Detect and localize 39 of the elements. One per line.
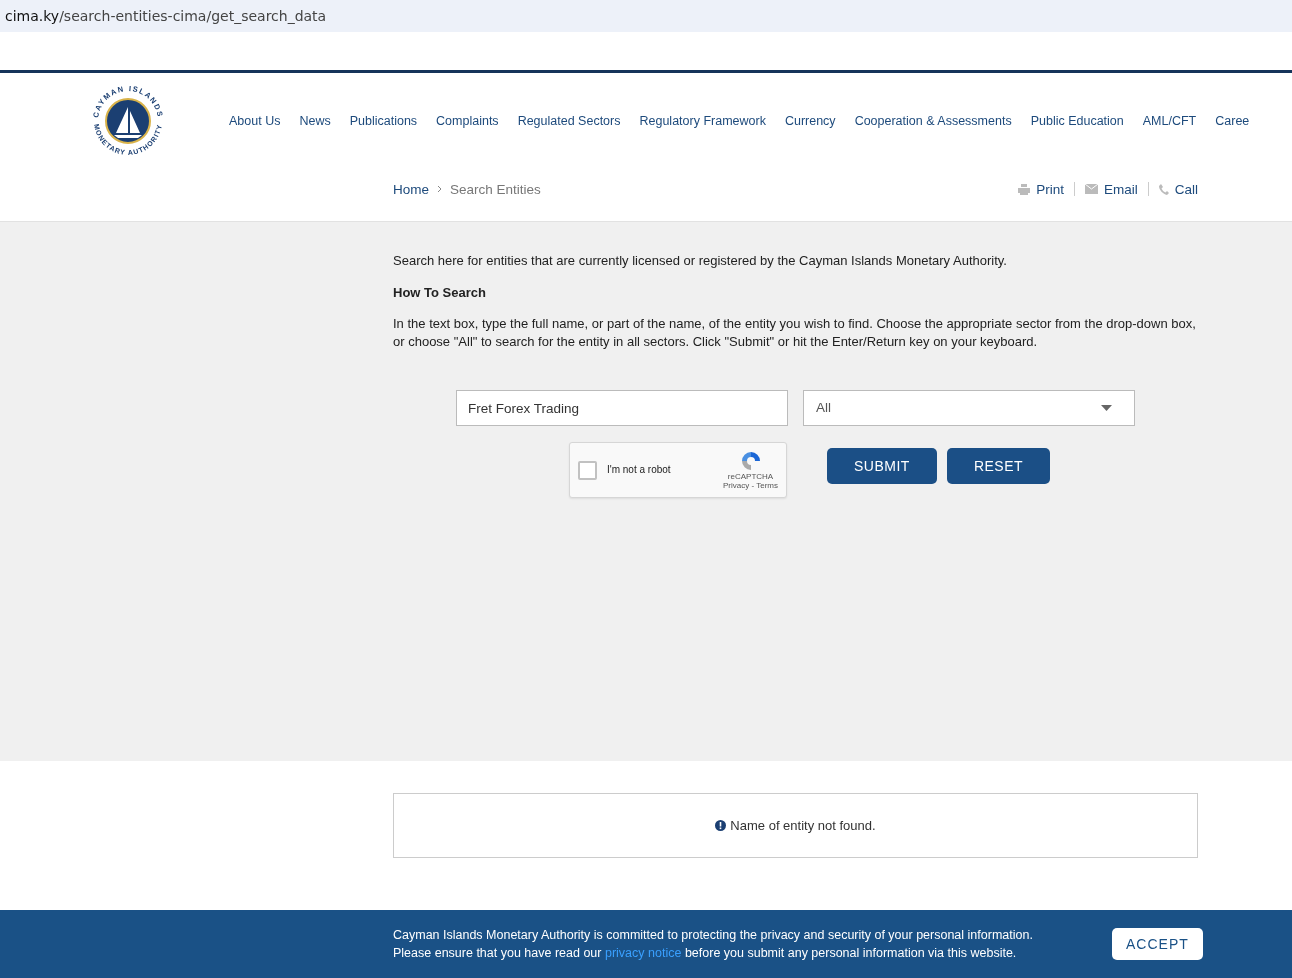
nav-link[interactable]: Public Education — [1030, 114, 1143, 128]
envelope-icon — [1084, 184, 1098, 194]
call-link[interactable]: Call — [1158, 181, 1198, 197]
breadcrumb-link[interactable]: Home — [393, 181, 429, 197]
result-message: Name of entity not found. — [730, 818, 876, 833]
captcha-label: I'm not a robot — [607, 463, 672, 477]
submit-button[interactable]: SUBMIT — [827, 448, 937, 484]
reset-button[interactable]: RESET — [946, 448, 1051, 484]
nav-link[interactable]: News — [299, 114, 350, 128]
intro-text: Search here for entities that are currently licensed or registered by the Cayman Islands Monetary Authority. — [393, 252, 1008, 270]
printer-icon — [1018, 183, 1031, 195]
nav-link[interactable]: Complaints — [436, 114, 518, 128]
accept-button[interactable]: ACCEPT — [1112, 928, 1203, 960]
captcha-links[interactable]: Privacy - Terms — [723, 481, 778, 490]
sector-dropdown[interactable]: All — [803, 390, 1135, 426]
nav-link[interactable]: About Us — [229, 114, 300, 128]
instructions-text: In the text box, type the full name, or part of the name, of the entity you wish to find. Choose the appropriate sector from the drop-down box, or choose "All" to search for the entity in all sectors. Click "Submit" or hit the Enter/Return key on your keyboard. — [393, 315, 1197, 351]
phone-icon — [1158, 183, 1169, 195]
info-icon — [715, 820, 727, 831]
entity-name-field[interactable]: Fret Forex Trading — [456, 390, 788, 426]
breadcrumb-link[interactable]: Search Entities — [450, 181, 541, 197]
recaptcha-icon — [739, 450, 762, 472]
nav-link[interactable]: Regulated Sectors — [517, 114, 640, 128]
address-bar[interactable]: cima.ky/search-entities-cima/get_search_data — [0, 0, 1292, 32]
nav-link[interactable]: AML/CFT — [1142, 114, 1216, 128]
nav-link[interactable]: Currency — [784, 114, 855, 128]
privacy-text: Cayman Islands Monetary Authority is committed to protecting the privacy and security of your personal information. — [393, 927, 1034, 944]
email-link[interactable]: Email — [1084, 181, 1138, 197]
nav-link[interactable]: Caree — [1215, 114, 1250, 128]
section-heading: How To Search — [393, 284, 487, 302]
captcha-checkbox[interactable] — [578, 460, 597, 480]
print-link[interactable]: Print — [1018, 181, 1064, 197]
nav-link[interactable]: Cooperation & Assessments — [854, 114, 1031, 128]
chevron-icon — [437, 185, 442, 193]
privacy-text: Please ensure that you have read our privacy notice before you submit any personal information via this website. — [393, 945, 1018, 962]
captcha-brand: reCAPTCHA — [727, 472, 774, 481]
caret-icon — [1101, 405, 1112, 411]
nav-link[interactable]: Publications — [349, 114, 437, 128]
nav-link[interactable]: Regulatory Framework — [639, 114, 785, 128]
